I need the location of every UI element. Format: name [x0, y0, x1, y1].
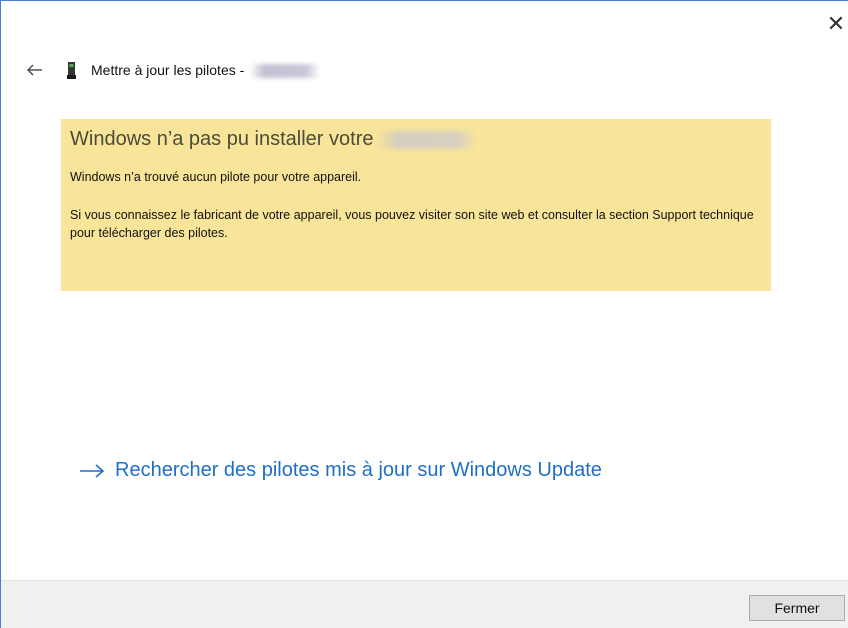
error-banner: Windows n’a pas pu installer votre Windo… [61, 119, 771, 291]
close-icon[interactable]: ✕ [826, 13, 846, 35]
dialog-header: Mettre à jour les pilotes - [27, 59, 321, 81]
dialog-footer: Fermer [1, 580, 848, 628]
redacted-device-name [250, 64, 321, 79]
windows-update-link[interactable]: Rechercher des pilotes mis à jour sur Wi… [79, 459, 602, 482]
right-arrow-icon [79, 461, 105, 481]
back-arrow-icon[interactable] [27, 61, 45, 79]
error-title-text: Windows n’a pas pu installer votre [70, 128, 374, 150]
error-message-no-driver: Windows n’a trouvé aucun pilote pour vot… [70, 170, 362, 184]
windows-update-link-label[interactable]: Rechercher des pilotes mis à jour sur Wi… [115, 459, 602, 482]
error-message-manufacturer: Si vous connaissez le fabricant de votre… [70, 208, 754, 240]
dialog-title-text: Mettre à jour les pilotes - [91, 61, 245, 78]
error-title: Windows n’a pas pu installer votre [70, 127, 771, 167]
close-button[interactable]: Fermer [749, 595, 845, 621]
dialog-title: Mettre à jour les pilotes - [91, 61, 321, 79]
device-icon [67, 61, 77, 79]
update-drivers-dialog: ✕ Mettre à jour les pilotes - Windows n’… [0, 0, 848, 628]
redacted-device-name-banner [377, 130, 478, 149]
